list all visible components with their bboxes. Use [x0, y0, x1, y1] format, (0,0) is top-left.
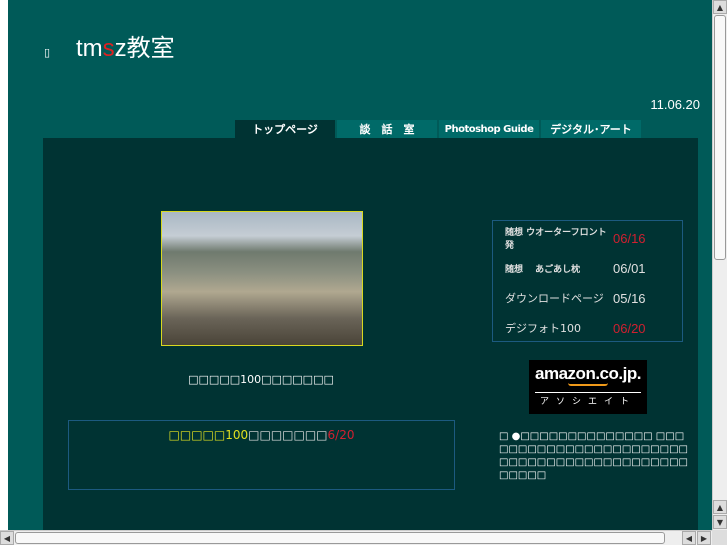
scroll-left-icon[interactable]: ◀ — [682, 531, 696, 545]
list-item[interactable]: ダウンロードページ 05/16 — [505, 283, 682, 313]
vertical-scrollbar[interactable]: ▲ ▲ ▼ — [712, 0, 727, 530]
amazon-sub-text: アソシエイト — [535, 392, 641, 407]
horizontal-scrollbar[interactable]: ◀ ◀ ▶ — [0, 530, 712, 545]
list-item-date: 06/16 — [613, 230, 646, 246]
list-item-label[interactable]: ダウンロードページ — [505, 290, 613, 306]
list-item-label[interactable]: 随想 ウオーターフロント発 — [505, 225, 613, 251]
list-item[interactable]: デジフォト100 06/20 — [505, 313, 682, 343]
featured-date: 6/20 — [327, 428, 355, 442]
featured-number: 100 — [225, 428, 249, 442]
site-logo[interactable]: tmsz教室 — [76, 28, 175, 63]
scroll-down-icon[interactable]: ▼ — [713, 515, 727, 529]
logo-text: z教室 — [114, 35, 175, 62]
list-item-label[interactable]: デジフォト100 — [505, 320, 613, 336]
tab-photoshop-guide[interactable]: Photoshop Guide — [439, 120, 539, 138]
update-date: 11.06.20 — [650, 97, 700, 112]
amazon-associate-banner[interactable]: amazon.co.jp. アソシエイト — [529, 360, 647, 414]
content-panel: □□□□□100□□□□□□□ □□□□□100□□□□□□□6/20 随想 ウ… — [43, 138, 698, 530]
scrollbar-corner — [712, 530, 727, 545]
amazon-logo-text: amazon.co.jp. — [535, 364, 641, 383]
list-item[interactable]: 随想 あごあし枕 06/01 — [505, 253, 682, 283]
horizontal-scroll-thumb[interactable] — [15, 532, 665, 544]
scroll-right-icon[interactable]: ▶ — [697, 531, 711, 545]
scroll-up-icon[interactable]: ▲ — [713, 500, 727, 514]
photo-caption: □□□□□100□□□□□□□ — [188, 373, 334, 386]
nav-tabs: トップページ 談 話 室 Photoshop Guide デジタル･アート — [235, 120, 641, 138]
tab-lounge[interactable]: 談 話 室 — [337, 120, 437, 138]
city-photo[interactable] — [161, 211, 363, 346]
featured-text: □□□□□□□ — [248, 428, 328, 442]
list-item-date: 06/01 — [613, 260, 646, 276]
list-item-date: 05/16 — [613, 290, 646, 306]
list-item-label[interactable]: 随想 あごあし枕 — [505, 262, 613, 275]
logo-text: tm — [76, 35, 103, 62]
scroll-left-icon[interactable]: ◀ — [0, 531, 14, 545]
scroll-up-icon[interactable]: ▲ — [713, 0, 727, 14]
featured-link[interactable]: □□□□□ — [169, 428, 226, 442]
tab-top-page[interactable]: トップページ — [235, 120, 335, 138]
vertical-scroll-thumb[interactable] — [714, 15, 726, 260]
list-item-date: 06/20 — [613, 320, 646, 336]
page-background: ▯ tmsz教室 11.06.20 トップページ 談 話 室 Photoshop… — [8, 0, 712, 530]
missing-glyph: ▯ — [44, 46, 51, 59]
logo-text-accent: s — [102, 35, 115, 62]
updates-list: 随想 ウオーターフロント発 06/16 随想 あごあし枕 06/01 ダウンロードペ… — [492, 220, 683, 342]
featured-box: □□□□□100□□□□□□□6/20 — [68, 420, 455, 490]
tab-digital-art[interactable]: デジタル･アート — [541, 120, 641, 138]
notice-text: □ ●□□□□□□□□□□□□□□ □□□□□□□□□□□□□□□□□□□□□□… — [499, 431, 688, 481]
list-item[interactable]: 随想 ウオーターフロント発 06/16 — [505, 223, 682, 253]
